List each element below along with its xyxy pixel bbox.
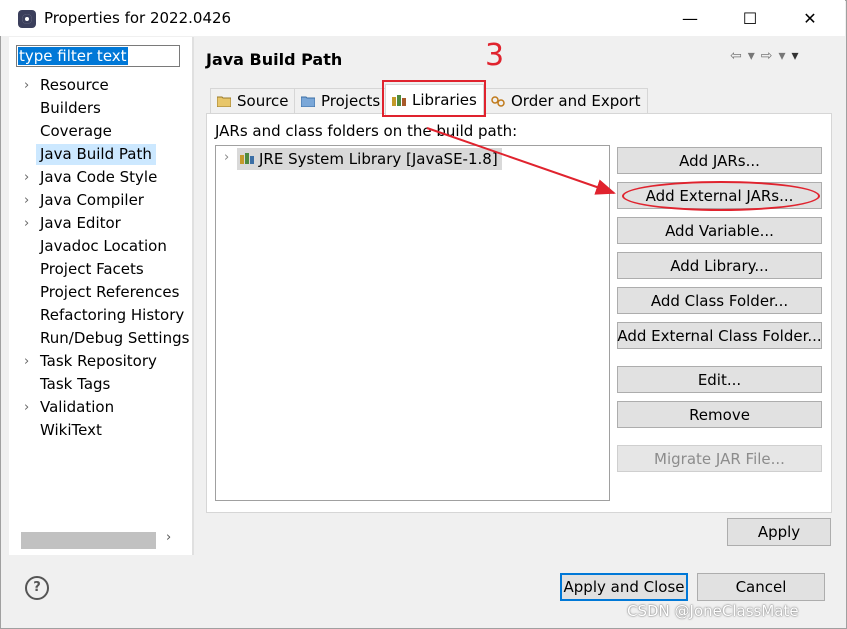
- watermark: CSDN @JoneClassMate: [627, 602, 799, 620]
- annotation-arrow: [426, 127, 616, 195]
